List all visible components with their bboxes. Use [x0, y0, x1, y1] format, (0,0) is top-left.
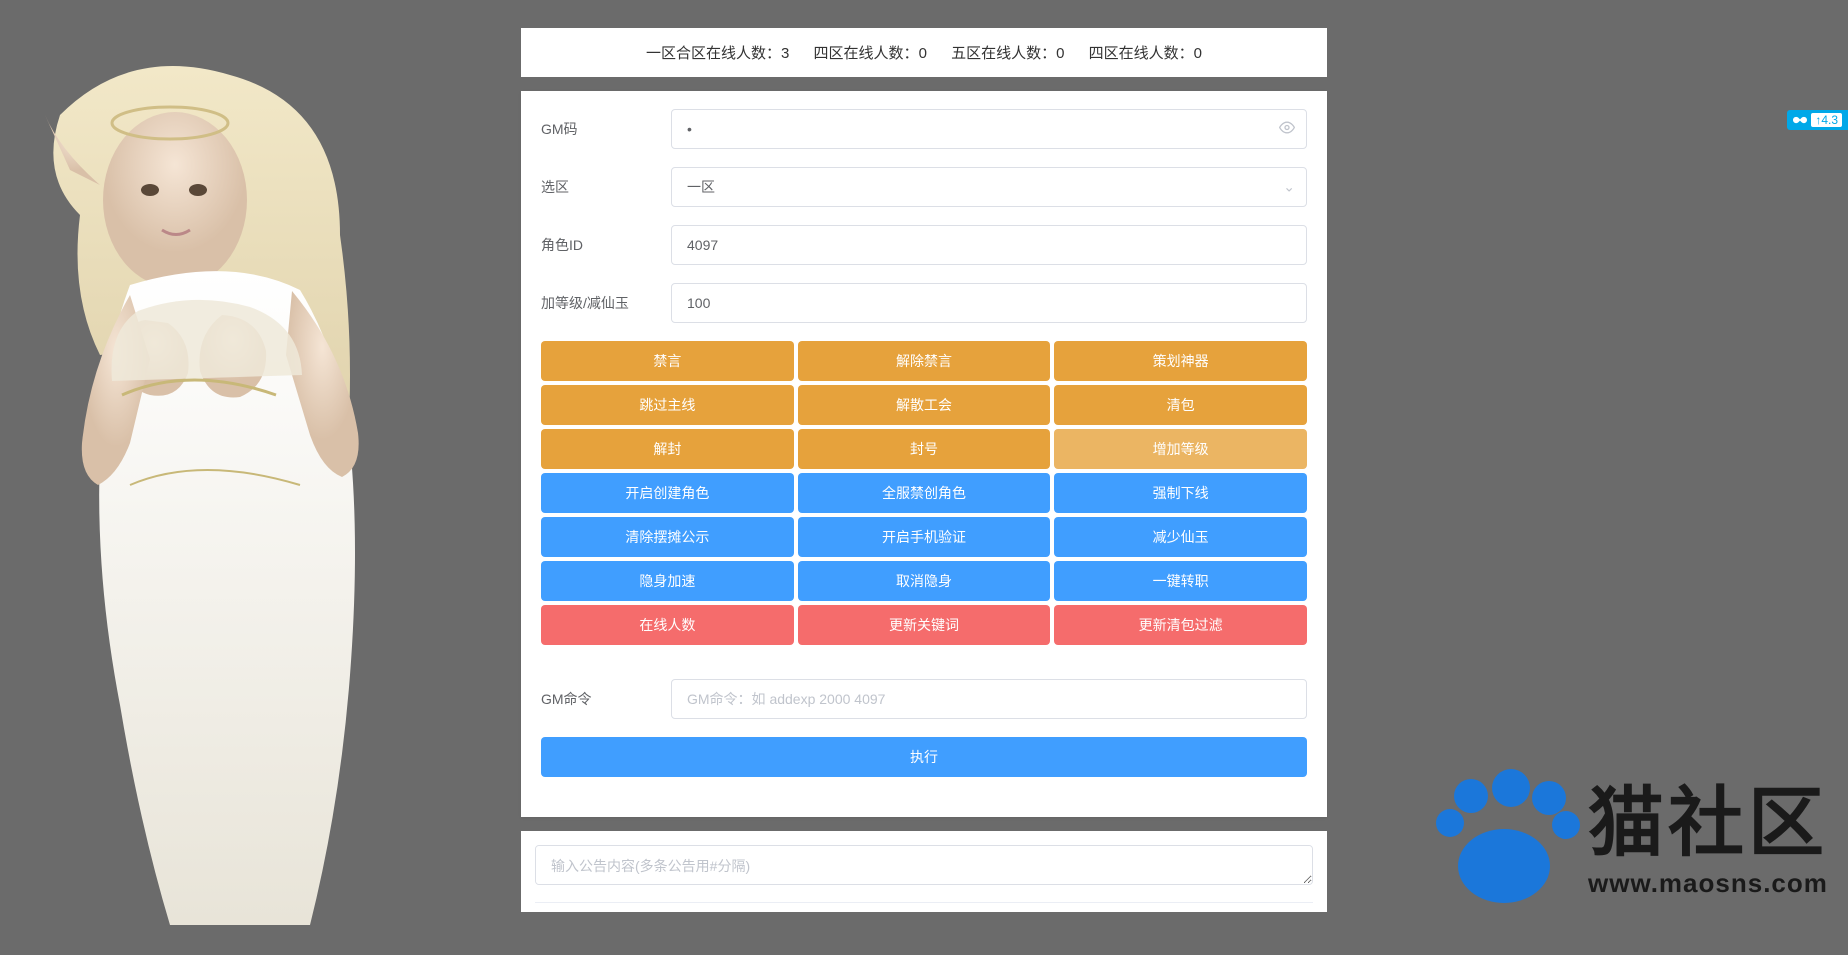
action-button-2-0[interactable]: 解封	[541, 429, 794, 469]
watermark-title: 猫社区	[1588, 786, 1828, 862]
paw-icon	[1434, 777, 1574, 907]
action-button-5-0[interactable]: 隐身加速	[541, 561, 794, 601]
action-button-5-1[interactable]: 取消隐身	[798, 561, 1051, 601]
role-id-input[interactable]	[671, 225, 1307, 265]
status-zone4a: 四区在线人数：0	[814, 42, 927, 63]
action-button-4-1[interactable]: 开启手机验证	[798, 517, 1051, 557]
status-zone4b: 四区在线人数：0	[1089, 42, 1202, 63]
action-button-4-0[interactable]: 清除摆摊公示	[541, 517, 794, 557]
zone-label: 选区	[541, 177, 671, 197]
eye-icon[interactable]	[1279, 120, 1295, 139]
execute-button[interactable]: 执行	[541, 737, 1307, 777]
button-grid: 禁言解除禁言策划神器跳过主线解散工会清包解封封号增加等级开启创建角色全服禁创角色…	[541, 341, 1307, 645]
admin-panel: 一区合区在线人数：3 四区在线人数：0 五区在线人数：0 四区在线人数：0 GM…	[521, 28, 1327, 912]
float-badge[interactable]: ↑4.3	[1787, 110, 1848, 130]
action-button-3-0[interactable]: 开启创建角色	[541, 473, 794, 513]
status-zone1: 一区合区在线人数：3	[646, 42, 789, 63]
level-label: 加等级/减仙玉	[541, 293, 671, 313]
action-button-0-1[interactable]: 解除禁言	[798, 341, 1051, 381]
gm-code-input[interactable]	[671, 109, 1307, 149]
bulletin-textarea[interactable]	[535, 845, 1313, 885]
gm-cmd-label: GM命令	[541, 689, 671, 709]
action-button-1-1[interactable]: 解散工会	[798, 385, 1051, 425]
action-button-1-2[interactable]: 清包	[1054, 385, 1307, 425]
action-button-2-1[interactable]: 封号	[798, 429, 1051, 469]
action-button-5-2[interactable]: 一键转职	[1054, 561, 1307, 601]
character-illustration	[0, 55, 440, 925]
level-input[interactable]	[671, 283, 1307, 323]
action-button-0-2[interactable]: 策划神器	[1054, 341, 1307, 381]
role-id-label: 角色ID	[541, 235, 671, 255]
action-button-6-2[interactable]: 更新清包过滤	[1054, 605, 1307, 645]
action-button-1-0[interactable]: 跳过主线	[541, 385, 794, 425]
action-button-4-2[interactable]: 减少仙玉	[1054, 517, 1307, 557]
infinity-icon	[1793, 113, 1807, 127]
action-button-6-0[interactable]: 在线人数	[541, 605, 794, 645]
action-button-3-2[interactable]: 强制下线	[1054, 473, 1307, 513]
bulletin-card	[521, 831, 1327, 912]
gm-code-label: GM码	[541, 119, 671, 139]
gm-cmd-input[interactable]	[671, 679, 1307, 719]
action-button-3-1[interactable]: 全服禁创角色	[798, 473, 1051, 513]
action-button-2-2[interactable]: 增加等级	[1054, 429, 1307, 469]
form-card: GM码 选区 一区 ⌄ 角色ID 加等级/减仙玉	[521, 91, 1327, 817]
action-button-0-0[interactable]: 禁言	[541, 341, 794, 381]
watermark-url: www.maosns.com	[1588, 868, 1828, 899]
action-button-6-1[interactable]: 更新关键词	[798, 605, 1051, 645]
zone-select[interactable]: 一区	[671, 167, 1307, 207]
status-zone5: 五区在线人数：0	[951, 42, 1064, 63]
status-bar: 一区合区在线人数：3 四区在线人数：0 五区在线人数：0 四区在线人数：0	[521, 28, 1327, 77]
watermark: 猫社区 www.maosns.com	[1434, 777, 1828, 907]
